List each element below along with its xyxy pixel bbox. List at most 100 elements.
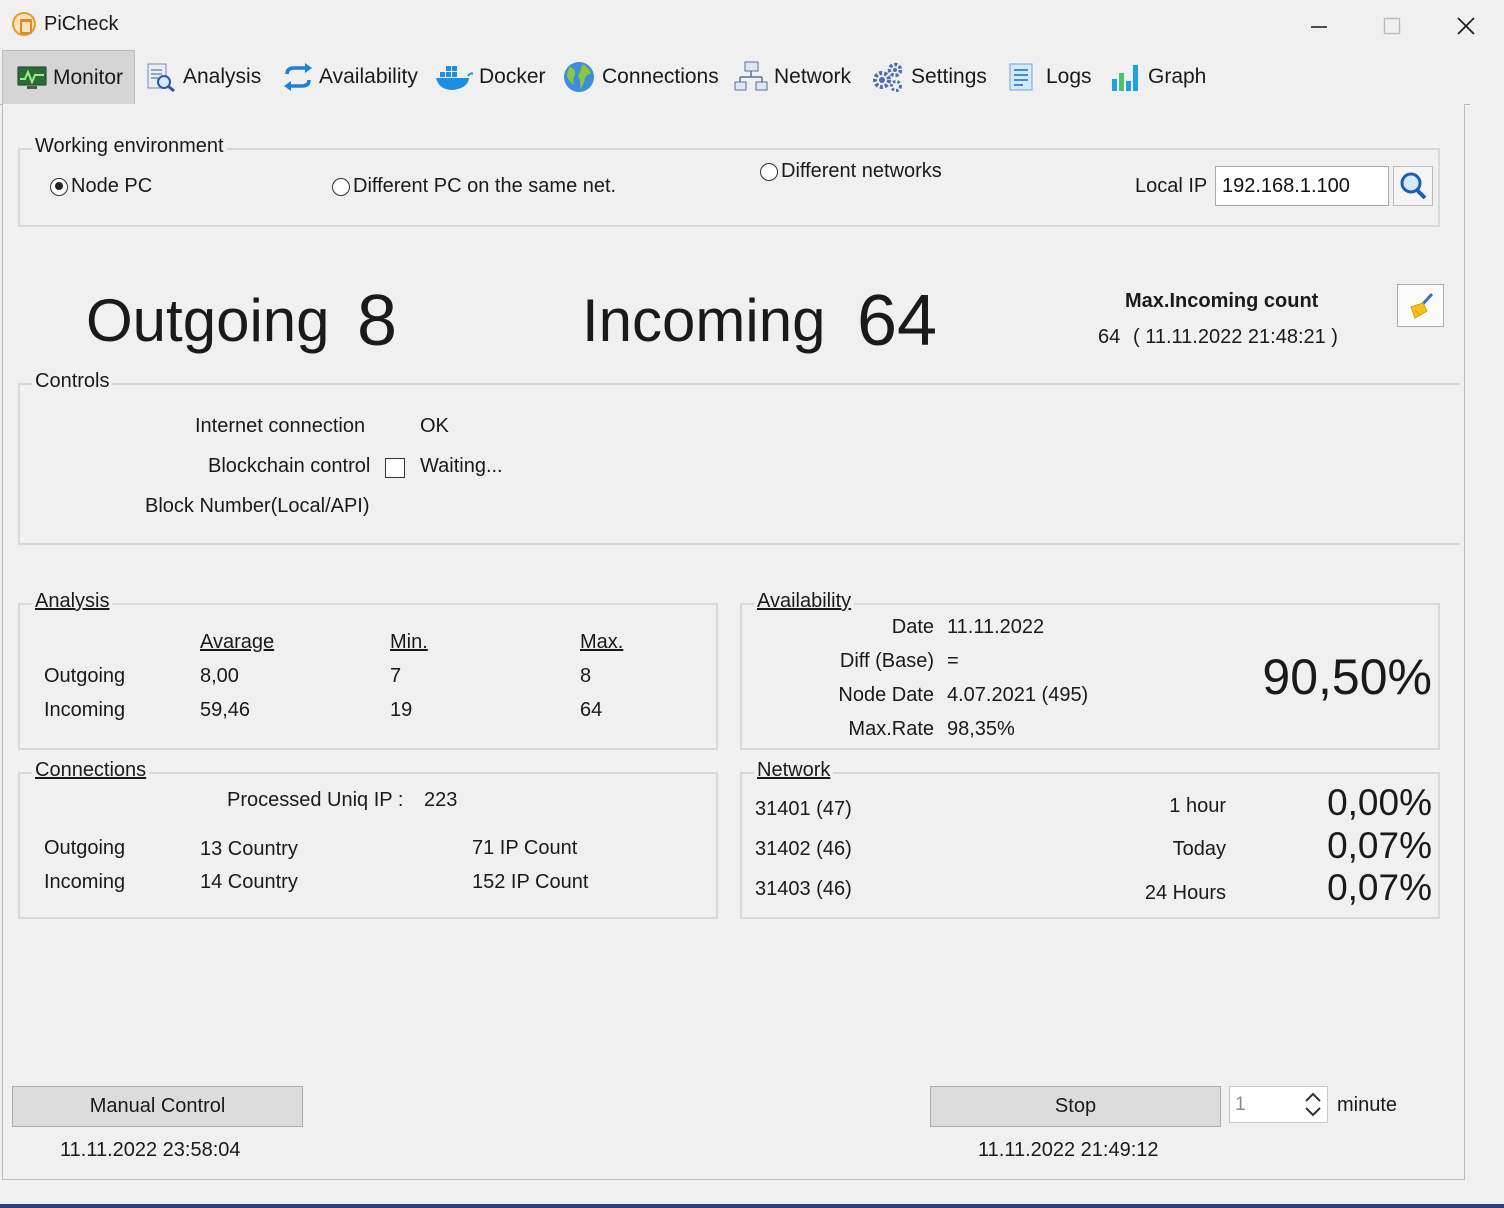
- analysis-outgoing-min: 7: [390, 665, 402, 687]
- analysis-row-label: Incoming: [44, 699, 126, 721]
- network-period-label: Today: [1172, 838, 1226, 860]
- connections-incoming-country: 14 Country: [200, 871, 298, 893]
- app-logo-icon: [12, 12, 36, 36]
- availability-max-rate-value: 98,35%: [947, 718, 1015, 740]
- group-legend[interactable]: Network: [754, 759, 834, 782]
- availability-date-label: Date: [891, 616, 934, 638]
- taskbar-edge: [0, 1204, 1504, 1208]
- network-icon: [734, 61, 768, 91]
- radio-different-networks[interactable]: Different networks: [760, 160, 942, 183]
- logs-icon: [1009, 63, 1033, 91]
- blockchain-control-status: Waiting...: [420, 455, 503, 477]
- tab-network[interactable]: Network: [734, 50, 851, 104]
- radio-label: Different networks: [781, 160, 942, 182]
- tab-label: Logs: [1046, 65, 1092, 88]
- connections-row-label: Incoming: [44, 871, 126, 893]
- analysis-icon: [147, 63, 175, 93]
- processed-uniq-ip-label: Processed Uniq IP :: [227, 789, 404, 811]
- analysis-row-label: Outgoing: [44, 665, 126, 687]
- blockchain-control-checkbox[interactable]: [385, 458, 405, 478]
- local-ip-label: Local IP: [1135, 175, 1208, 197]
- radio-label: Node PC: [71, 175, 153, 197]
- group-legend[interactable]: Availability: [754, 590, 855, 613]
- group-legend: Controls: [32, 370, 113, 393]
- globe-icon: [564, 62, 594, 92]
- interval-unit: minute: [1337, 1094, 1398, 1116]
- internet-connection-status: OK: [420, 415, 449, 437]
- processed-uniq-ip-value: 223: [424, 789, 458, 811]
- interval-value: 1: [1235, 1094, 1246, 1115]
- tab-label: Docker: [479, 65, 546, 88]
- group-legend[interactable]: Analysis: [32, 590, 113, 613]
- tab-availability[interactable]: Availability: [283, 50, 418, 104]
- analysis-outgoing-max: 8: [580, 665, 592, 687]
- network-period-label: 1 hour: [1169, 795, 1226, 817]
- tab-graph[interactable]: Graph: [1110, 50, 1206, 104]
- analysis-header-max: Max.: [580, 631, 624, 653]
- internet-connection-label: Internet connection: [195, 415, 366, 437]
- network-period-value: 0,07%: [1327, 867, 1432, 908]
- group-legend[interactable]: Connections: [32, 759, 150, 782]
- availability-diff-label: Diff (Base): [839, 650, 934, 672]
- availability-max-rate-label: Max.Rate: [848, 718, 934, 740]
- broom-icon: [1409, 292, 1433, 319]
- close-button[interactable]: [1443, 8, 1489, 44]
- radio-node-pc[interactable]: Node PC: [50, 175, 152, 198]
- radio-indicator[interactable]: [760, 162, 778, 181]
- bar-graph-icon: [1112, 65, 1138, 91]
- interval-spinbox[interactable]: 1: [1229, 1086, 1328, 1123]
- radio-indicator[interactable]: [332, 177, 350, 196]
- radio-different-pc[interactable]: Different PC on the same net.: [332, 175, 616, 198]
- tab-connections[interactable]: Connections: [562, 50, 719, 104]
- spin-arrows[interactable]: [1300, 1089, 1326, 1120]
- monitor-icon: [17, 66, 47, 89]
- tab-label: Network: [774, 65, 852, 88]
- ip-search-button[interactable]: [1393, 166, 1433, 206]
- availability-percent: 90,50%: [1262, 649, 1432, 705]
- tab-monitor[interactable]: Monitor: [2, 50, 135, 104]
- tab-label: Connections: [602, 65, 719, 88]
- tab-strip: Monitor Analysis Availability Docker Con…: [0, 50, 1470, 105]
- maximize-button[interactable]: [1369, 8, 1415, 44]
- group-legend: Working environment: [32, 135, 227, 158]
- analysis-incoming-min: 19: [390, 699, 413, 721]
- analysis-incoming-max: 64: [580, 699, 603, 721]
- close-icon: [1457, 17, 1475, 35]
- network-port: 31402 (46): [755, 838, 852, 860]
- tab-label: Graph: [1148, 65, 1207, 88]
- manual-control-time: 11.11.2022 23:58:04: [60, 1139, 241, 1161]
- minimize-button[interactable]: [1296, 8, 1342, 44]
- minimize-icon: [1311, 26, 1327, 28]
- connections-outgoing-ip: 71 IP Count: [472, 837, 578, 859]
- network-port: 31403 (46): [755, 878, 852, 900]
- tab-docker[interactable]: Docker: [435, 50, 546, 104]
- tab-label: Monitor: [53, 65, 124, 89]
- radio-indicator[interactable]: [50, 177, 68, 196]
- tab-label: Availability: [319, 65, 418, 88]
- network-port: 31401 (47): [755, 798, 852, 820]
- docker-icon: [436, 66, 473, 90]
- clear-max-button[interactable]: [1397, 284, 1444, 327]
- manual-control-button[interactable]: Manual Control: [12, 1086, 303, 1127]
- local-ip-input[interactable]: [1215, 166, 1389, 206]
- incoming-label: Incoming: [582, 287, 826, 354]
- stop-time: 11.11.2022 21:49:12: [978, 1139, 1159, 1161]
- analysis-header-average: Avarage: [200, 631, 275, 653]
- connections-incoming-ip: 152 IP Count: [472, 871, 589, 893]
- connections-outgoing-country: 13 Country: [200, 838, 298, 860]
- up-down-chevron-icon: [1305, 1092, 1321, 1117]
- tab-logs[interactable]: Logs: [1006, 50, 1092, 104]
- gears-icon: [873, 62, 903, 92]
- tab-settings[interactable]: Settings: [871, 50, 987, 104]
- network-period-value: 0,00%: [1327, 782, 1432, 823]
- tab-analysis[interactable]: Analysis: [145, 50, 261, 104]
- incoming-count: 64: [857, 281, 938, 361]
- radio-label: Different PC on the same net.: [353, 175, 617, 197]
- stop-button[interactable]: Stop: [930, 1086, 1221, 1127]
- analysis-incoming-avg: 59,46: [200, 699, 251, 721]
- window-title: PiCheck: [44, 13, 119, 35]
- outgoing-count: 8: [357, 281, 398, 361]
- blockchain-control-label: Blockchain control: [208, 455, 371, 477]
- network-period-label: 24 Hours: [1144, 882, 1226, 904]
- block-number-label: Block Number(Local/API): [145, 495, 370, 517]
